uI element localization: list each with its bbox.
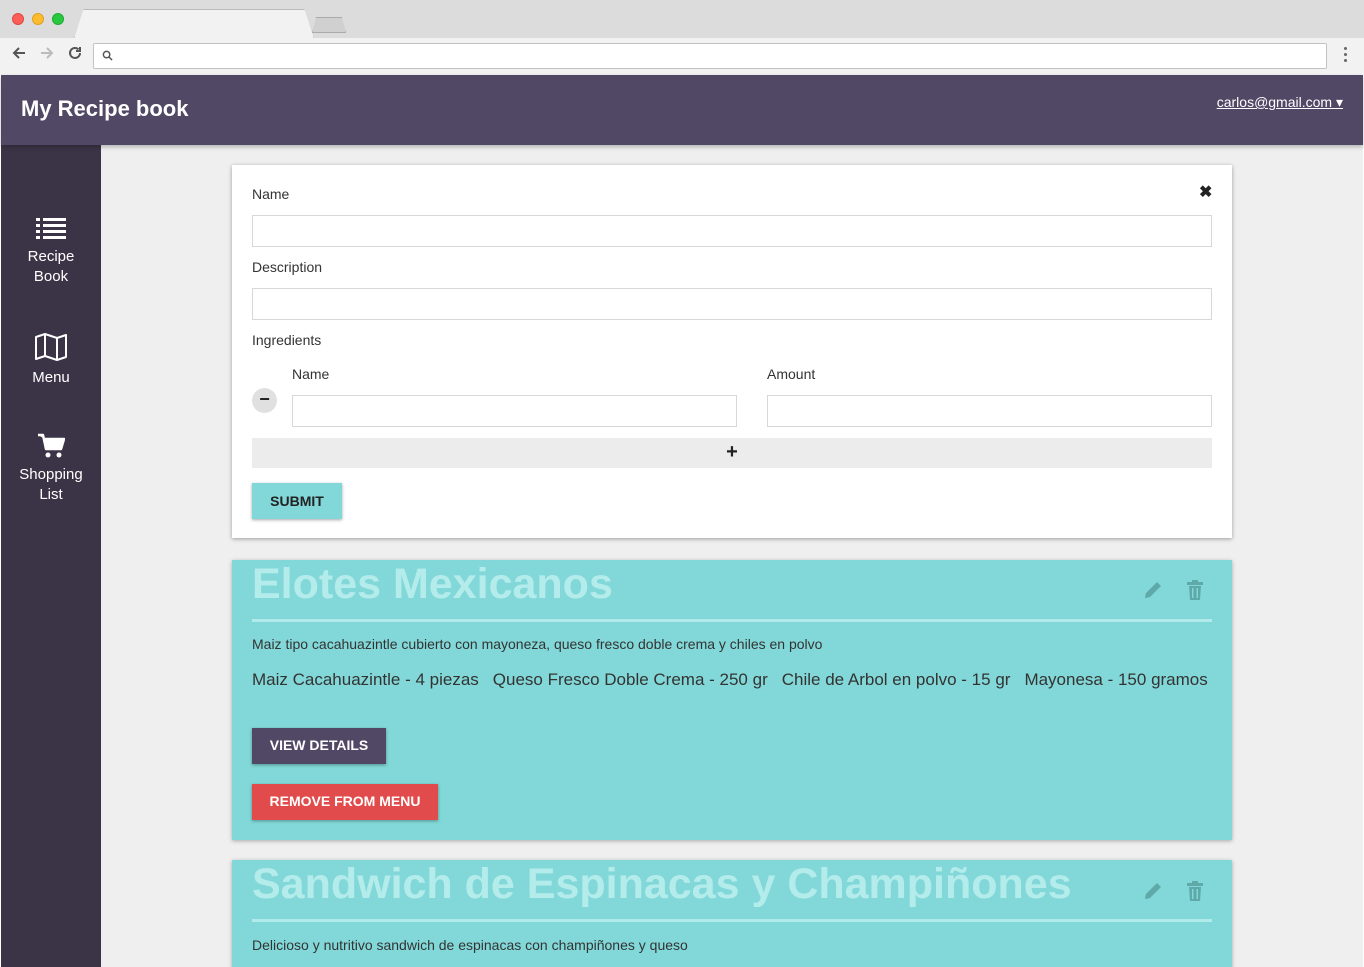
sidebar-item-label: Shopping List	[19, 466, 83, 503]
ingredient-item: Queso Fresco Doble Crema - 250 gr	[492, 670, 768, 689]
name-label: Name	[252, 186, 290, 202]
browser-tab[interactable]	[74, 9, 314, 39]
ingredient-amount-input[interactable]	[767, 395, 1212, 427]
recipe-description: Delicioso y nutritivo sandwich de espina…	[252, 937, 688, 953]
app-header: My Recipe book carlos@gmail.com ▾	[1, 75, 1363, 145]
sidebar-item-menu[interactable]: Menu	[1, 332, 101, 388]
recipe-card: Elotes Mexicanos Maiz tipo cacahuazintle…	[232, 560, 1232, 840]
sidebar-item-shopping-list[interactable]: Shopping List	[1, 433, 101, 505]
edit-pencil-icon[interactable]	[1142, 579, 1164, 601]
forward-arrow-icon[interactable]	[36, 45, 58, 67]
maximize-window-button[interactable]	[52, 13, 64, 25]
ingredients-label: Ingredients	[252, 332, 322, 348]
ingredient-item: Mayonesa - 150 gramos	[1024, 670, 1208, 689]
view-details-button[interactable]: VIEW DETAILS	[252, 728, 386, 764]
user-menu[interactable]: carlos@gmail.com ▾	[1217, 94, 1343, 111]
trash-icon[interactable]	[1184, 579, 1206, 601]
recipe-title: Sandwich de Espinacas y Champiñones	[252, 860, 1072, 908]
window-controls	[12, 13, 64, 25]
browser-menu-icon[interactable]	[1340, 47, 1350, 67]
divider	[252, 919, 1212, 922]
sidebar-item-recipe-book[interactable]: Recipe Book	[1, 217, 101, 287]
app-title: My Recipe book	[21, 96, 189, 121]
add-ingredient-button[interactable]: +	[252, 438, 1212, 468]
sidebar-item-label: Menu	[32, 369, 70, 386]
description-label: Description	[252, 259, 323, 275]
cart-icon	[38, 433, 65, 458]
recipe-title: Elotes Mexicanos	[252, 560, 613, 608]
close-icon[interactable]: ✖	[1199, 182, 1212, 202]
browser-toolbar	[0, 38, 1364, 75]
divider	[252, 619, 1212, 622]
description-input[interactable]	[252, 288, 1212, 320]
browser-chrome	[0, 0, 1364, 75]
reload-icon[interactable]	[64, 45, 86, 67]
recipe-form: Name ✖ Description Ingredients Name Amou…	[232, 165, 1232, 538]
ingredient-list: Maiz Cacahuazintle - 4 piezas Queso Fres…	[252, 670, 1208, 690]
main-content: Name ✖ Description Ingredients Name Amou…	[101, 145, 1363, 967]
ingredient-item: Chile de Arbol en polvo - 15 gr	[781, 670, 1011, 689]
search-icon	[102, 50, 113, 61]
minimize-window-button[interactable]	[32, 13, 44, 25]
map-icon	[35, 333, 67, 361]
edit-pencil-icon[interactable]	[1142, 880, 1164, 902]
remove-ingredient-button[interactable]: −	[252, 388, 277, 413]
sidebar-item-label: Recipe Book	[27, 248, 75, 285]
ingredient-item: Maiz Cacahuazintle - 4 piezas	[252, 670, 479, 689]
close-window-button[interactable]	[12, 13, 24, 25]
name-input[interactable]	[252, 215, 1212, 247]
ingredient-name-label: Name	[292, 366, 330, 382]
list-icon	[36, 218, 66, 239]
sidebar: Recipe Book Menu Shopping List	[1, 145, 101, 967]
submit-button[interactable]: SUBMIT	[252, 483, 342, 519]
address-bar[interactable]	[93, 43, 1327, 69]
remove-from-menu-button[interactable]: REMOVE FROM MENU	[252, 784, 438, 820]
recipe-description: Maiz tipo cacahuazintle cubierto con may…	[252, 636, 823, 652]
recipe-card: Sandwich de Espinacas y Champiñones Deli…	[232, 860, 1232, 967]
new-tab-button[interactable]	[312, 17, 346, 33]
ingredient-name-input[interactable]	[292, 395, 737, 427]
trash-icon[interactable]	[1184, 880, 1206, 902]
ingredient-amount-label: Amount	[767, 366, 816, 382]
back-arrow-icon[interactable]	[8, 45, 30, 67]
